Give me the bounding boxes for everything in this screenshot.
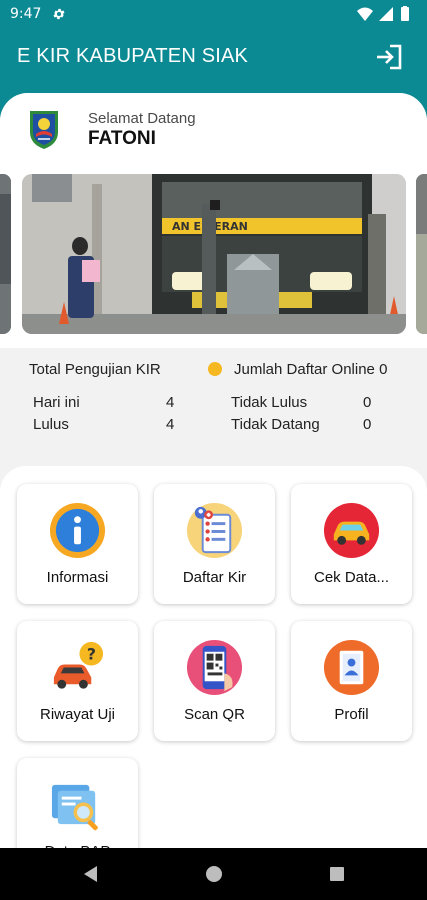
status-time: 9:47 (10, 6, 42, 22)
registration-icon (186, 502, 243, 559)
wifi-icon (357, 7, 373, 21)
menu-riwayat-uji[interactable]: ? Riwayat Uji (17, 621, 138, 741)
lulus-value: 4 (166, 416, 175, 433)
menu-scan-qr[interactable]: Scan QR (154, 621, 275, 741)
menu-informasi[interactable]: Informasi (17, 484, 138, 604)
hari-ini-label: Hari ini (33, 394, 80, 411)
history-question-icon: ? (53, 641, 104, 689)
svg-text:?: ? (87, 645, 96, 664)
status-bar: 9:47 (0, 0, 427, 28)
tidak-datang-value: 0 (363, 416, 372, 433)
username: FATONI (88, 128, 156, 149)
tidak-lulus-label: Tidak Lulus (231, 394, 308, 411)
banner-prev-slide[interactable] (0, 174, 11, 334)
tidak-datang-label: Tidak Datang (231, 416, 320, 433)
menu-label: Informasi (46, 569, 109, 586)
lulus-label: Lulus (33, 416, 69, 433)
banner-next-slide[interactable] (416, 174, 427, 334)
document-search-icon (51, 784, 98, 831)
menu-cek-data[interactable]: Cek Data... (291, 484, 412, 604)
system-navigation-bar (0, 848, 427, 900)
recents-icon[interactable] (327, 864, 347, 884)
tidak-lulus-value: 0 (363, 394, 372, 411)
menu-label: Riwayat Uji (39, 706, 115, 723)
settings-icon (53, 8, 65, 20)
signal-icon (379, 7, 393, 21)
logout-icon[interactable] (375, 44, 403, 70)
menu-label: Profil (334, 706, 369, 723)
hari-ini-value: 4 (166, 394, 175, 411)
menu-label: Cek Data... (313, 569, 390, 586)
back-icon[interactable] (81, 864, 101, 884)
menu-daftar-kir[interactable]: Daftar Kir (154, 484, 275, 604)
car-check-icon (323, 502, 380, 559)
banner-image[interactable]: AN EN ERAN (22, 174, 406, 334)
profile-icon (323, 639, 380, 696)
status-indicators (357, 6, 409, 21)
status-dot-icon (208, 362, 222, 376)
qr-scan-icon (186, 639, 243, 696)
home-icon[interactable] (204, 864, 224, 884)
battery-icon (401, 7, 409, 21)
menu-profil[interactable]: Profil (291, 621, 412, 741)
app-title: E KIR KABUPATEN SIAK (17, 45, 249, 67)
menu-label: Daftar Kir (182, 569, 247, 586)
jumlah-daftar-online: Jumlah Daftar Online 0 (234, 361, 388, 378)
info-icon (49, 502, 106, 559)
kabupaten-siak-logo (30, 111, 58, 149)
greeting-text: Selamat Datang (88, 110, 196, 127)
total-pengujian-label: Total Pengujian KIR (29, 361, 161, 378)
menu-label: Scan QR (184, 706, 245, 723)
